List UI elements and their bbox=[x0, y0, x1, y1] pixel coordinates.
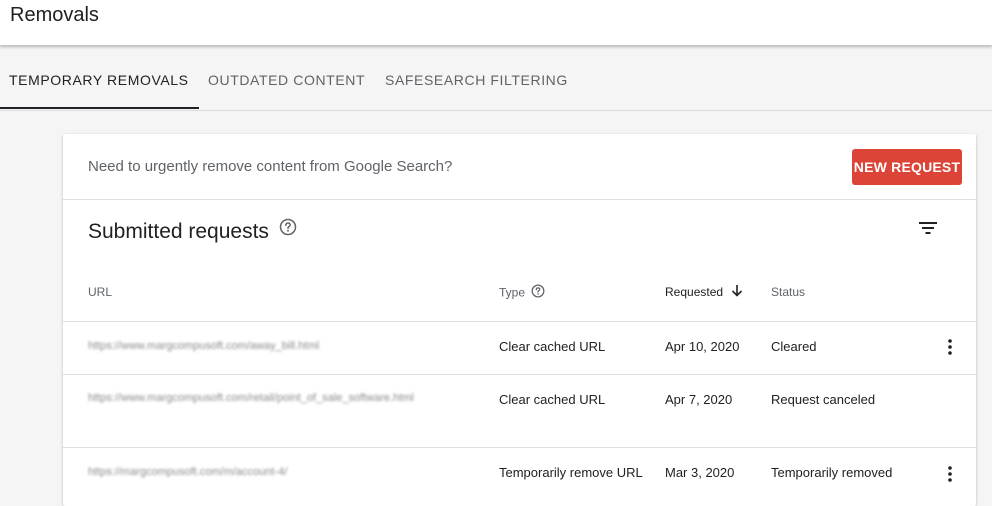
column-header-requested[interactable]: Requested bbox=[665, 285, 743, 301]
status-cell: Request canceled bbox=[771, 392, 876, 407]
column-header-requested-label: Requested bbox=[665, 285, 724, 300]
new-request-button[interactable]: NEW REQUEST bbox=[852, 149, 962, 185]
requested-cell: Apr 7, 2020 bbox=[665, 392, 733, 407]
url-cell[interactable]: https://www.margcompusoft.com/away_bill.… bbox=[88, 337, 473, 356]
table-row[interactable]: https://www.margcompusoft.com/retail/poi… bbox=[63, 375, 976, 447]
tab-safesearch-filtering[interactable]: SAFESEARCH FILTERING bbox=[385, 47, 568, 109]
tab-temporary-removals[interactable]: TEMPORARY REMOVALS bbox=[0, 47, 199, 109]
tab-bar: TEMPORARY REMOVALS OUTDATED CONTENT SAFE… bbox=[0, 47, 992, 111]
help-circle-icon[interactable] bbox=[531, 284, 545, 301]
top-bar: Removals bbox=[0, 0, 992, 45]
url-cell[interactable]: https://margcompusoft.com/m/account-4/ bbox=[88, 463, 473, 482]
url-cell[interactable]: https://www.margcompusoft.com/retail/poi… bbox=[88, 389, 473, 408]
type-cell: Clear cached URL bbox=[499, 339, 606, 354]
column-header-url: URL bbox=[88, 285, 113, 299]
table-row[interactable]: https://margcompusoft.com/m/account-4/ T… bbox=[63, 448, 976, 506]
section-title-text: Submitted requests bbox=[88, 220, 269, 243]
status-cell: Cleared bbox=[771, 339, 817, 354]
column-header-status: Status bbox=[771, 285, 806, 299]
filter-list-icon[interactable] bbox=[918, 220, 938, 236]
table-row[interactable]: https://www.margcompusoft.com/away_bill.… bbox=[63, 322, 976, 374]
requested-cell: Mar 3, 2020 bbox=[665, 465, 735, 480]
divider bbox=[63, 199, 976, 200]
tab-outdated-content[interactable]: OUTDATED CONTENT bbox=[208, 47, 365, 109]
arrow-down-icon bbox=[731, 284, 743, 300]
requested-cell: Apr 10, 2020 bbox=[665, 339, 740, 354]
removals-card: Need to urgently remove content from Goo… bbox=[63, 134, 976, 506]
section-title: Submitted requests bbox=[88, 218, 297, 244]
type-cell: Clear cached URL bbox=[499, 392, 606, 407]
column-header-type-label: Type bbox=[499, 285, 526, 300]
more-vert-icon[interactable] bbox=[940, 337, 960, 357]
banner-text: Need to urgently remove content from Goo… bbox=[88, 158, 453, 175]
type-cell: Temporarily remove URL bbox=[499, 465, 643, 480]
more-vert-icon[interactable] bbox=[940, 464, 960, 484]
help-circle-icon[interactable] bbox=[279, 218, 297, 242]
page-title: Removals bbox=[10, 4, 99, 26]
status-cell: Temporarily removed bbox=[771, 465, 893, 480]
column-header-type: Type bbox=[499, 284, 545, 302]
